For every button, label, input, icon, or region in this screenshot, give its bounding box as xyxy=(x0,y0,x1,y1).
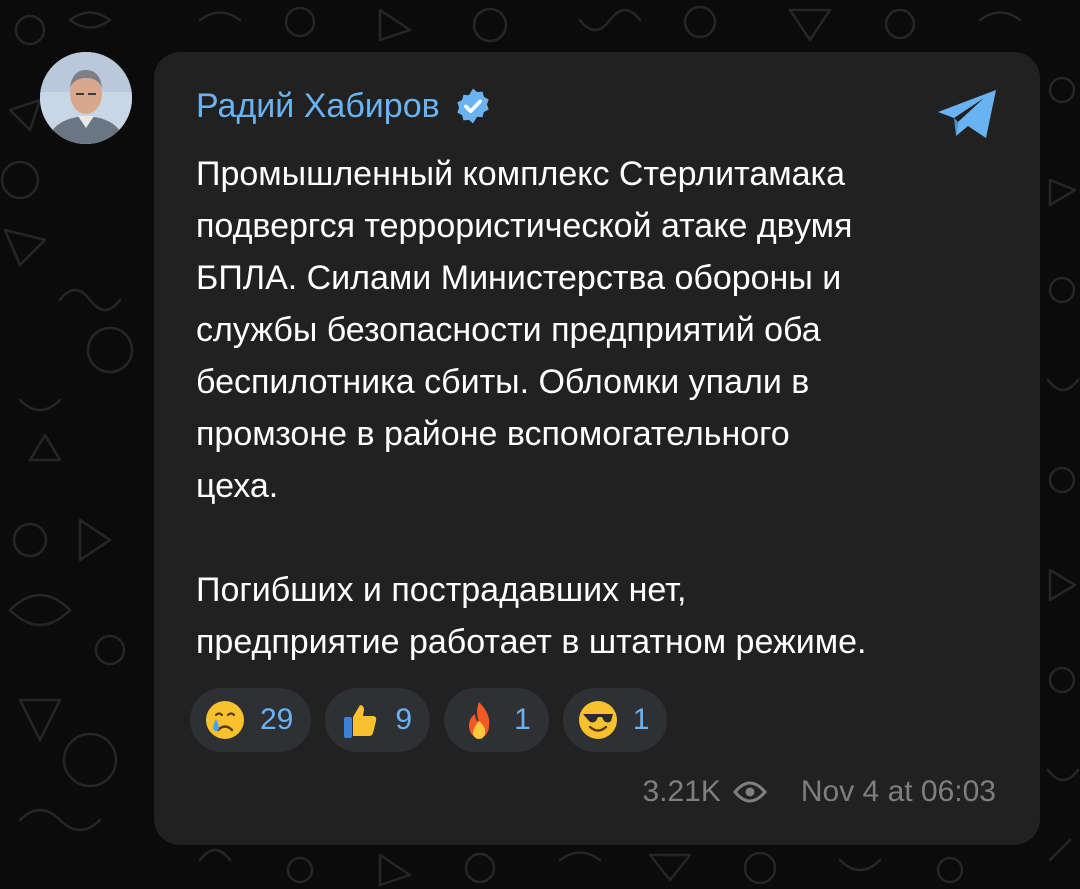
message-line: Погибших и пострадавших нет, xyxy=(196,571,687,609)
reaction-sunglasses[interactable]: 1 xyxy=(562,688,668,752)
avatar-photo xyxy=(40,52,132,144)
message-timestamp: Nov 4 at 06:03 xyxy=(800,775,996,808)
reaction-fire[interactable]: 1 xyxy=(444,688,549,752)
message-line: предприятие работает в штатном режиме. xyxy=(196,623,867,661)
reaction-thumbs-up[interactable]: 9 xyxy=(325,688,431,752)
fire-icon xyxy=(469,702,490,739)
reaction-count: 9 xyxy=(395,703,413,736)
reaction-count: 1 xyxy=(514,703,531,736)
views-count: 3.21K xyxy=(642,775,721,808)
reaction-crying[interactable]: 29 xyxy=(190,688,312,752)
crying-face-icon xyxy=(206,701,244,739)
message-line: промзоне в районе вспомогательного xyxy=(196,415,790,453)
message-footer: 3.21K Nov 4 at 06:03 xyxy=(642,770,996,814)
message-line: подвергся террористической атаке двумя xyxy=(196,207,853,245)
message-line: беспилотника сбиты. Обломки упали в xyxy=(196,363,810,401)
message-line: Промышленный комплекс Стерлитамака xyxy=(196,155,846,193)
sender-name[interactable]: Радий Хабиров xyxy=(196,84,440,128)
reaction-count: 29 xyxy=(260,703,294,736)
verified-badge-icon xyxy=(456,88,489,124)
sender-row: Радий Хабиров xyxy=(196,84,492,128)
reaction-count: 1 xyxy=(632,703,650,736)
message-line: БПЛА. Силами Министерства обороны и xyxy=(196,259,842,297)
message-line-empty xyxy=(196,512,1016,564)
message-line: службы безопасности предприятий оба xyxy=(196,311,821,349)
message-line: цеха. xyxy=(196,467,279,505)
reactions-row: 29 9 1 1 xyxy=(190,688,681,752)
message-bubble: Радий Хабиров Промышленный комплекс Стер… xyxy=(154,52,1040,845)
telegram-logo-icon[interactable] xyxy=(936,86,1000,142)
thumbs-up-icon xyxy=(344,705,377,738)
sender-avatar[interactable] xyxy=(40,52,132,144)
eye-icon xyxy=(732,781,767,803)
smiling-face-with-sunglasses-icon xyxy=(578,701,617,739)
message-text: Промышленный комплекс Стерлитамака подве… xyxy=(196,148,1016,668)
